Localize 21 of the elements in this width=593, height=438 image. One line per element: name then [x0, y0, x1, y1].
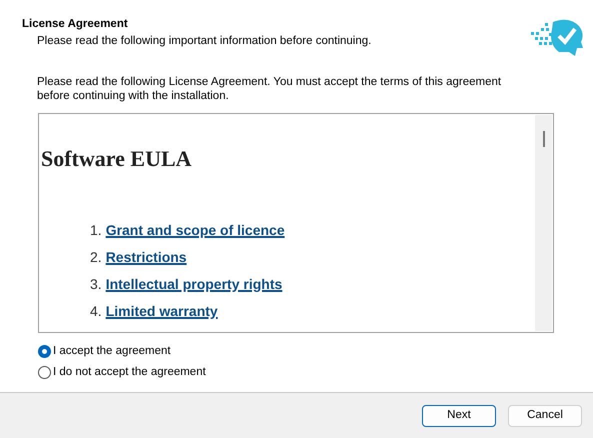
section-link[interactable]: Restrictions [106, 247, 187, 267]
radio-button[interactable] [38, 366, 51, 378]
list-number: 3. [90, 275, 102, 294]
section-link[interactable]: Grant and scope of licence [106, 220, 285, 240]
scrollbar-track[interactable] [535, 115, 552, 331]
section-link[interactable]: Limited warranty [106, 301, 218, 321]
license-heading: Software EULA [41, 146, 192, 172]
section-link[interactable]: Intellectual property rights [106, 274, 282, 294]
page-subtitle: Please read the following important information before continuing. [36, 34, 372, 48]
list-number: 1. [90, 221, 102, 240]
head-checkmark-icon [529, 18, 585, 58]
radio-option[interactable]: I accept the agreement [38, 344, 171, 358]
radio-button[interactable] [38, 344, 51, 358]
intro-text: Please read the following License Agreement. You must accept the terms of this agreement before continuing with the installation. [36, 75, 502, 103]
list-number: 2. [90, 248, 102, 267]
page-title: License Agreement [22, 17, 129, 31]
list-number: 4. [90, 302, 102, 321]
cancel-button[interactable]: Cancel [508, 404, 582, 426]
next-button[interactable]: Next [422, 404, 496, 426]
scrollbar-thumb[interactable] [542, 131, 544, 147]
radio-option[interactable]: I do not accept the agreement [38, 365, 206, 379]
